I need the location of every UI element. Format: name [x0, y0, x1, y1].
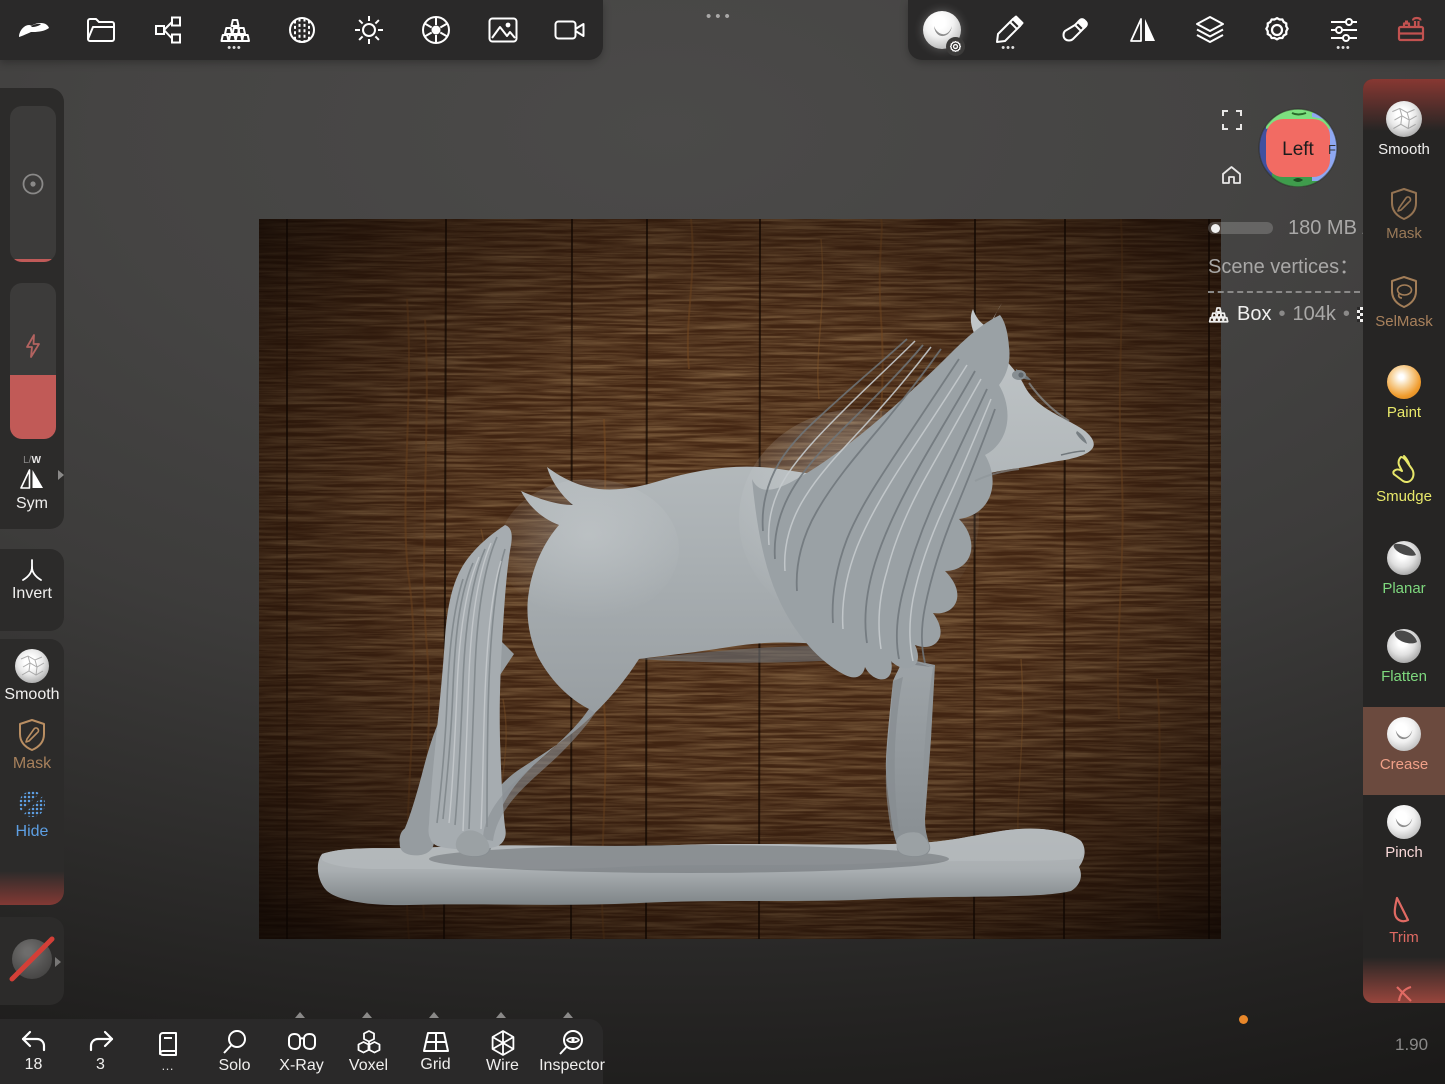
svg-text:Left: Left [1282, 139, 1314, 160]
svg-text:F: F [1328, 142, 1336, 157]
